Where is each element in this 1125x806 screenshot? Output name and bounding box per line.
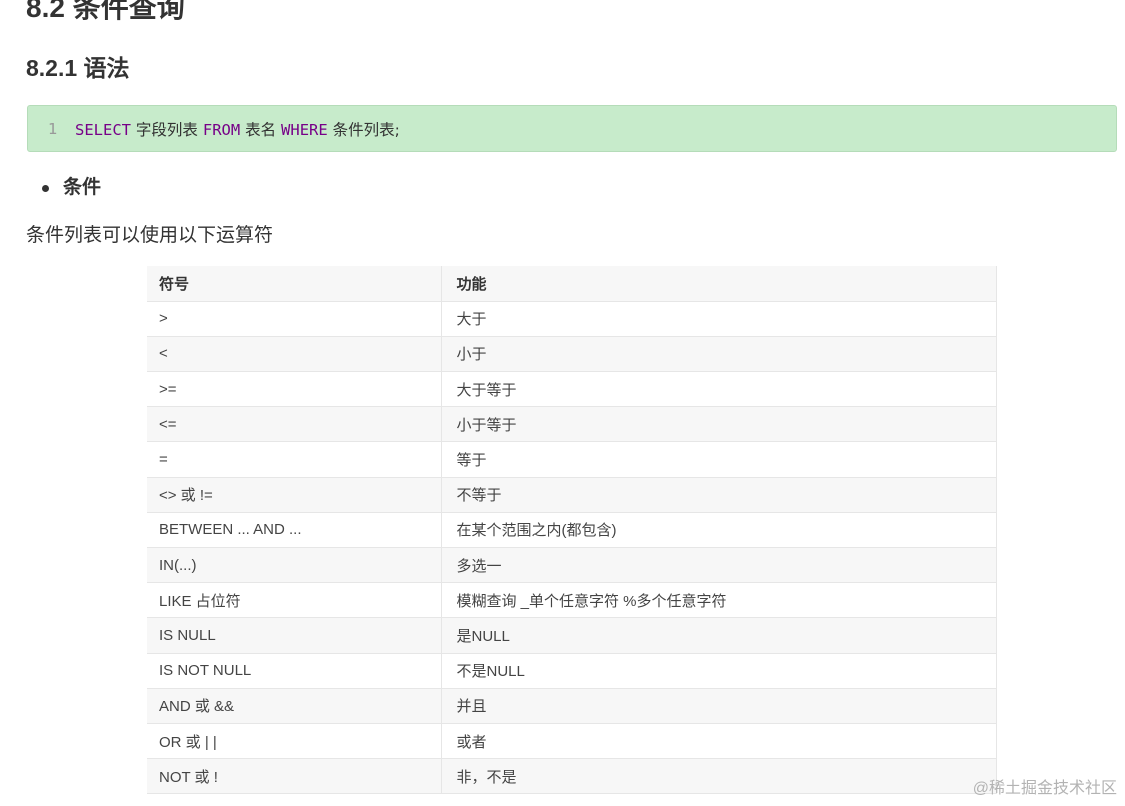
code-text: 表名 (240, 120, 282, 139)
header-function: 功能 (440, 266, 997, 302)
symbol-cell: < (147, 336, 441, 373)
table-row: OR 或 | | 或者 (147, 723, 997, 760)
code-keyword-where: WHERE (281, 120, 328, 139)
symbol-cell: BETWEEN ... AND ... (147, 512, 441, 549)
code-keyword-select: SELECT (75, 120, 131, 139)
function-cell: 非，不是 (440, 758, 997, 795)
function-cell: 不等于 (440, 477, 997, 513)
symbol-cell: LIKE 占位符 (147, 582, 441, 619)
bullet-label: 条件 (63, 177, 102, 198)
function-cell: 小于 (440, 336, 997, 373)
table-header-row: 符号 功能 (147, 266, 997, 302)
symbol-cell: >= (147, 371, 441, 408)
code-line-number: 1 (47, 119, 58, 138)
table-row: IS NOT NULL 不是NULL (147, 653, 997, 689)
operators-table: 符号 功能 > 大于 < 小于 >= 大于等于 <= 小于等于 = 等于 <> 或 != 不… (147, 266, 997, 795)
symbol-cell: > (147, 301, 441, 337)
table-row: AND 或 && 并且 (147, 688, 997, 724)
function-cell: 是NULL (440, 617, 997, 654)
section-heading: 8.2 条件查询 (26, 0, 185, 23)
table-row: IN(...) 多选一 (147, 547, 997, 584)
function-cell: 在某个范围之内(都包含) (440, 512, 997, 549)
function-cell: 大于 (440, 301, 997, 337)
table-row: NOT 或 ! 非，不是 (147, 758, 997, 795)
symbol-cell: AND 或 && (147, 688, 441, 724)
function-cell: 多选一 (440, 547, 997, 584)
symbol-cell: IN(...) (147, 547, 441, 584)
table-row: = 等于 (147, 441, 997, 478)
symbol-cell: OR 或 | | (147, 723, 441, 760)
function-cell: 或者 (440, 723, 997, 760)
paragraph: 条件列表可以使用以下运算符 (26, 225, 274, 246)
code-line: SELECT 字段列表 FROM 表名 WHERE 条件列表; (75, 118, 400, 140)
table-row: LIKE 占位符 模糊查询 _单个任意字符 %多个任意字符 (147, 582, 997, 619)
symbol-cell: <> 或 != (147, 477, 441, 513)
symbol-cell: IS NULL (147, 617, 441, 654)
table-row: BETWEEN ... AND ... 在某个范围之内(都包含) (147, 512, 997, 549)
bullet-item: 条件 (42, 175, 101, 201)
table-row: IS NULL 是NULL (147, 617, 997, 654)
function-cell: 小于等于 (440, 406, 997, 443)
symbol-cell: <= (147, 406, 441, 443)
code-text: 条件列表; (327, 120, 400, 139)
function-cell: 大于等于 (440, 371, 997, 408)
table-row: <> 或 != 不等于 (147, 477, 997, 513)
symbol-cell: = (147, 441, 441, 478)
function-cell: 不是NULL (440, 653, 997, 689)
table-row: < 小于 (147, 336, 997, 373)
code-keyword-from: FROM (202, 120, 241, 139)
code-text: 字段列表 (131, 120, 203, 139)
code-block[interactable]: 1 SELECT 字段列表 FROM 表名 WHERE 条件列表; (27, 105, 1117, 152)
table-row: > 大于 (147, 301, 997, 337)
symbol-cell: NOT 或 ! (147, 758, 441, 795)
function-cell: 并且 (440, 688, 997, 724)
watermark: @稀土掘金技术社区 (972, 780, 1117, 797)
table-row: <= 小于等于 (147, 406, 997, 443)
table-row: >= 大于等于 (147, 371, 997, 408)
header-symbol: 符号 (147, 266, 441, 302)
bullet-dot-icon (42, 184, 49, 192)
subsection-heading: 8.2.1 语法 (26, 55, 130, 81)
symbol-cell: IS NOT NULL (147, 653, 441, 689)
function-cell: 模糊查询 _单个任意字符 %多个任意字符 (440, 582, 997, 619)
function-cell: 等于 (440, 441, 997, 478)
